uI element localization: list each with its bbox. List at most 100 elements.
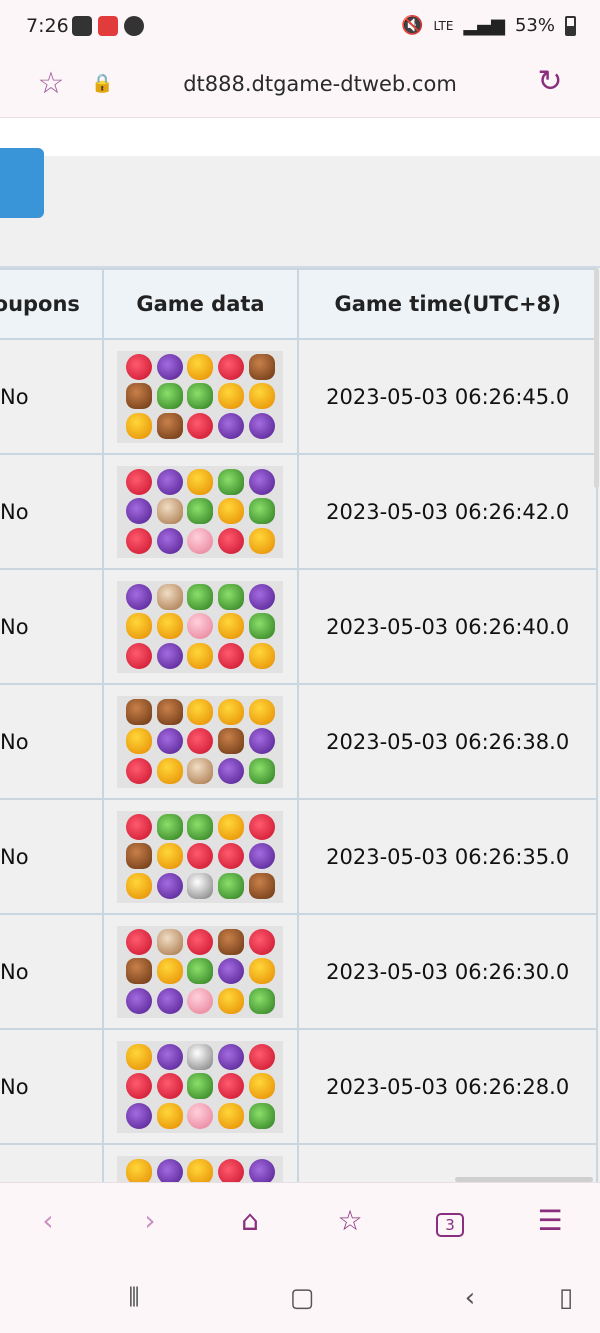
table-row: No 2023-05-03 06:26:30.0 [0, 913, 598, 1030]
duck-icon [187, 469, 214, 496]
grape-icon [218, 757, 245, 784]
dragonfruit-icon [218, 354, 245, 381]
dragonfruit-icon [218, 1073, 245, 1100]
dragonfruit-icon [249, 814, 276, 841]
dragonfruit-icon [125, 469, 152, 496]
duck-icon [218, 814, 245, 841]
cow-icon [125, 843, 152, 870]
dragonfruit-icon [187, 412, 214, 439]
home-circle-icon[interactable]: ▢ [284, 1280, 320, 1316]
system-nav-bar: ⦀ ▢ ‹ ▯ [0, 1262, 600, 1333]
table-row: No 2023-05-03 06:26:42.0 [0, 453, 598, 570]
cow-icon [249, 354, 276, 381]
game-result-image[interactable] [117, 1155, 284, 1182]
game-result-image[interactable] [117, 695, 284, 788]
coupon-cell: No [0, 913, 104, 1030]
bank-app-notification-icon [98, 16, 118, 36]
game-result-image[interactable] [117, 580, 284, 673]
blue-action-button[interactable] [0, 148, 44, 218]
home-icon[interactable]: ⌂ [230, 1201, 270, 1241]
recent-apps-icon[interactable]: ⦀ [116, 1280, 152, 1316]
dragonfruit-icon [125, 354, 152, 381]
grape-icon [156, 642, 183, 669]
dog-icon [156, 584, 183, 611]
coupon-cell: No [0, 798, 104, 915]
cucumber-icon [218, 872, 245, 899]
cow-icon [156, 412, 183, 439]
pig-icon [187, 613, 214, 640]
game-result-image[interactable] [117, 465, 284, 558]
game-time-cell: 2023-05-03 06:26:42.0 [297, 453, 598, 570]
back-arrow-icon[interactable]: ‹ [452, 1280, 488, 1316]
menu-icon[interactable]: ☰ [530, 1201, 570, 1241]
cucumber-icon [249, 498, 276, 525]
dairycow-icon [187, 1044, 214, 1071]
forward-button[interactable]: › [130, 1201, 170, 1241]
status-time: 7:26 [26, 15, 69, 37]
duck-icon [249, 699, 276, 726]
bookmarks-icon[interactable]: ☆ [330, 1201, 370, 1241]
vertical-scrollbar[interactable] [594, 268, 599, 488]
status-bar: 7:26 🔇 LTE ▂▄▆ 53% [0, 0, 600, 54]
coupon-cell: No [0, 453, 104, 570]
duck-icon [156, 757, 183, 784]
page-top-strip [0, 118, 600, 156]
grape-icon [156, 728, 183, 755]
screenshot-icon[interactable]: ▯ [548, 1280, 584, 1316]
cow-icon [125, 383, 152, 410]
grape-icon [218, 958, 245, 985]
cucumber-icon [249, 987, 276, 1014]
dragonfruit-icon [125, 527, 152, 554]
tab-count: 3 [436, 1213, 464, 1237]
duck-icon [156, 1102, 183, 1129]
lock-icon[interactable]: 🔒 [91, 70, 113, 98]
game-result-image[interactable] [117, 350, 284, 443]
dragonfruit-icon [156, 1073, 183, 1100]
web-page: oupons Game data Game time(UTC+8) No 2023… [0, 118, 600, 1182]
duck-icon [156, 613, 183, 640]
gallery-notification-icon [72, 16, 92, 36]
cucumber-icon [187, 814, 214, 841]
back-button[interactable]: ‹ [28, 1201, 68, 1241]
game-result-image[interactable] [117, 1040, 284, 1133]
duck-icon [187, 1159, 214, 1182]
duck-icon [187, 699, 214, 726]
bookmark-star-icon[interactable]: ☆ [34, 67, 68, 101]
duck-icon [249, 383, 276, 410]
dairycow-icon [187, 872, 214, 899]
network-type: LTE [433, 18, 454, 33]
game-data-cell [101, 1028, 300, 1145]
cucumber-icon [218, 469, 245, 496]
game-data-cell [101, 798, 300, 915]
table-row: No 2023-05-03 06:26:40.0 [0, 568, 598, 685]
pig-icon [187, 527, 214, 554]
url-text[interactable]: dt888.dtgame-dtweb.com [150, 68, 490, 100]
duck-icon [125, 1044, 152, 1071]
reload-icon[interactable]: ↻ [533, 65, 567, 99]
game-result-image[interactable] [117, 810, 284, 903]
cucumber-icon [249, 1102, 276, 1129]
game-result-image[interactable] [117, 925, 284, 1018]
cow-icon [218, 728, 245, 755]
cucumber-icon [156, 383, 183, 410]
game-data-cell [101, 568, 300, 685]
tabs-button[interactable]: 3 [430, 1201, 470, 1241]
duck-icon [156, 958, 183, 985]
duck-icon [125, 412, 152, 439]
game-time-cell: 2023-05-03 06:26:45.0 [297, 338, 598, 455]
game-time-cell: 2023-05-03 06:26:30.0 [297, 913, 598, 1030]
dragonfruit-icon [125, 929, 152, 956]
duck-icon [187, 354, 214, 381]
game-time-cell: 2023-05-03 06:26:38.0 [297, 683, 598, 800]
table-header-row: oupons Game data Game time(UTC+8) [0, 268, 598, 340]
cow-icon [249, 872, 276, 899]
grape-icon [156, 987, 183, 1014]
cucumber-icon [187, 958, 214, 985]
table-row: No 2023-05-03 06:26:45.0 [0, 338, 598, 455]
coupon-cell: No [0, 1028, 104, 1145]
duck-icon [125, 728, 152, 755]
battery-icon [565, 15, 576, 36]
dragonfruit-icon [249, 929, 276, 956]
table-row: No 2023-05-03 06:26:35.0 [0, 798, 598, 915]
game-records-table: oupons Game data Game time(UTC+8) No 2023… [0, 268, 598, 1182]
